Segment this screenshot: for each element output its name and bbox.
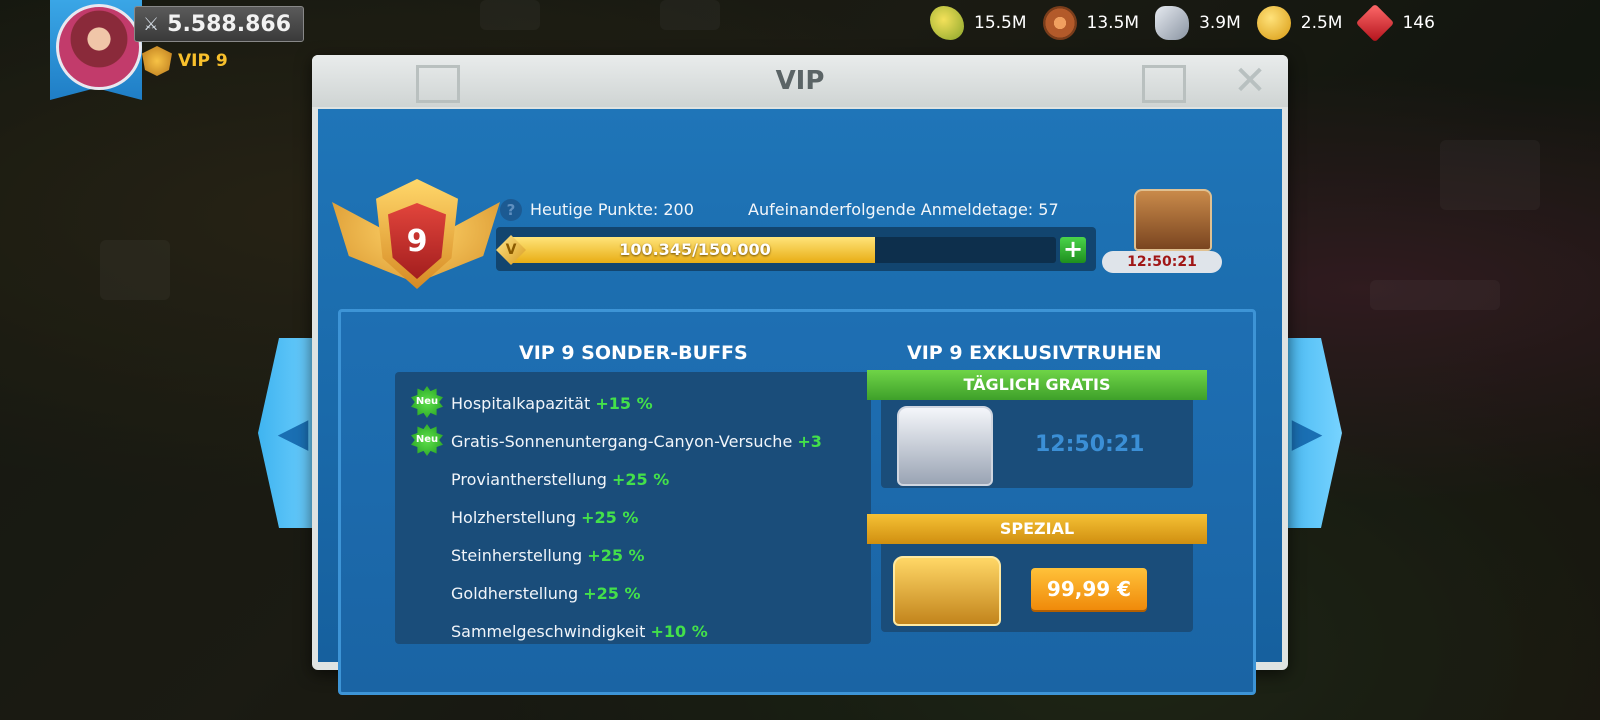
- buff-bonus: +15 %: [595, 394, 653, 413]
- buff-bonus: +25 %: [583, 584, 641, 603]
- gold-icon: [1256, 6, 1291, 40]
- daily-chest-icon[interactable]: [1134, 189, 1212, 251]
- resource-gems[interactable]: 146: [1356, 3, 1435, 43]
- list-item: Gratis-Sonnenuntergang-Canyon-Versuche +…: [451, 432, 822, 451]
- silver-chest-icon: [897, 406, 993, 486]
- power-display: ⚔ 5.588.866: [134, 6, 304, 42]
- wood-icon: [1042, 6, 1077, 40]
- new-badge-icon: Neu: [411, 386, 443, 418]
- special-chest-card: SPEZIAL 99,99 €: [867, 514, 1207, 632]
- buff-bonus: +25 %: [611, 470, 670, 489]
- modal-body: 9 ? Heutige Punkte: 200 Aufeinanderfolge…: [318, 109, 1282, 695]
- sword-icon: ⚔: [143, 13, 160, 35]
- progress-text: 100.345/150.000: [619, 240, 771, 259]
- daily-free-timer: 12:50:21: [1035, 432, 1145, 457]
- buff-label: Hospitalkapazität: [451, 394, 591, 413]
- list-item: Steinherstellung +25 %: [451, 546, 645, 565]
- vip-level-number: 9: [406, 223, 428, 259]
- consecutive-login-days: Aufeinanderfolgende Anmeldetage: 57: [748, 200, 1059, 219]
- vip-level-emblem: 9: [332, 165, 500, 315]
- chests-title: VIP 9 EXKLUSIVTRUHEN: [907, 342, 1162, 364]
- resource-stone[interactable]: 3.9M: [1155, 6, 1241, 40]
- list-item: Sammelgeschwindigkeit +10 %: [451, 622, 708, 641]
- resource-wood[interactable]: 13.5M: [1042, 6, 1140, 40]
- daily-chest-timer: 12:50:21: [1102, 251, 1222, 273]
- today-points: Heutige Punkte: 200: [530, 200, 694, 219]
- vip-shield-icon: [142, 46, 172, 76]
- gold-chest-icon: [893, 556, 1001, 626]
- buff-bonus: +25 %: [581, 508, 639, 527]
- buff-label: Sammelgeschwindigkeit: [451, 622, 646, 641]
- buff-label: Proviantherstellung: [451, 470, 607, 489]
- gem-icon: [1356, 3, 1395, 43]
- resource-food-value: 15.5M: [974, 13, 1027, 33]
- arrow-left-icon: ◀: [277, 410, 309, 456]
- vip-badge[interactable]: VIP 9: [142, 46, 228, 76]
- vip-progress: 100.345/150.000 V +: [496, 227, 1096, 271]
- help-icon[interactable]: ?: [500, 199, 522, 221]
- vip-benefits-panel: VIP 9 SONDER-BUFFS VIP 9 EXKLUSIVTRUHEN …: [338, 309, 1256, 695]
- arrow-right-icon: ▶: [1291, 410, 1323, 456]
- player-avatar[interactable]: [56, 4, 142, 90]
- resource-gems-value: 146: [1402, 13, 1435, 33]
- vip-modal: VIP ✕ 9 ? Heutige Punkte: 200 Aufeinande…: [312, 55, 1288, 695]
- resource-gold-value: 2.5M: [1300, 13, 1343, 33]
- buffs-title: VIP 9 SONDER-BUFFS: [519, 342, 748, 364]
- resource-food[interactable]: 15.5M: [930, 6, 1027, 40]
- buy-special-chest-button[interactable]: 99,99 €: [1031, 568, 1147, 610]
- list-item: Proviantherstellung +25 %: [451, 470, 669, 489]
- list-item: Goldherstellung +25 %: [451, 584, 641, 603]
- power-value: 5.588.866: [167, 11, 292, 37]
- buff-list[interactable]: Neu Hospitalkapazität +15 % Neu Gratis-S…: [395, 372, 871, 644]
- list-item: Holzherstellung +25 %: [451, 508, 638, 527]
- buff-label: Holzherstellung: [451, 508, 577, 527]
- new-badge-icon: Neu: [411, 424, 443, 456]
- buff-bonus: +25 %: [587, 546, 645, 565]
- add-vip-points-button[interactable]: +: [1060, 237, 1086, 263]
- resource-wood-value: 13.5M: [1086, 13, 1140, 33]
- list-item: Hospitalkapazität +15 %: [451, 394, 653, 413]
- buff-label: Steinherstellung: [451, 546, 583, 565]
- vip-label: VIP 9: [178, 51, 228, 71]
- buff-label: Goldherstellung: [451, 584, 579, 603]
- ornament-icon: [416, 65, 460, 103]
- resource-bar: 15.5M 13.5M 3.9M 2.5M 146: [930, 3, 1435, 43]
- corn-icon: [930, 6, 964, 40]
- resource-gold[interactable]: 2.5M: [1256, 6, 1343, 40]
- ornament-icon: [1142, 65, 1186, 103]
- daily-free-ribbon: TÄGLICH GRATIS: [867, 370, 1207, 400]
- buff-label: Gratis-Sonnenuntergang-Canyon-Versuche: [451, 432, 793, 451]
- close-button[interactable]: ✕: [1230, 61, 1270, 101]
- daily-free-chest-card[interactable]: TÄGLICH GRATIS 12:50:21: [867, 370, 1207, 488]
- buff-bonus: +10 %: [650, 622, 708, 641]
- resource-stone-value: 3.9M: [1199, 13, 1241, 33]
- stone-icon: [1155, 6, 1190, 40]
- special-ribbon: SPEZIAL: [867, 514, 1207, 544]
- buff-bonus: +3: [797, 432, 822, 451]
